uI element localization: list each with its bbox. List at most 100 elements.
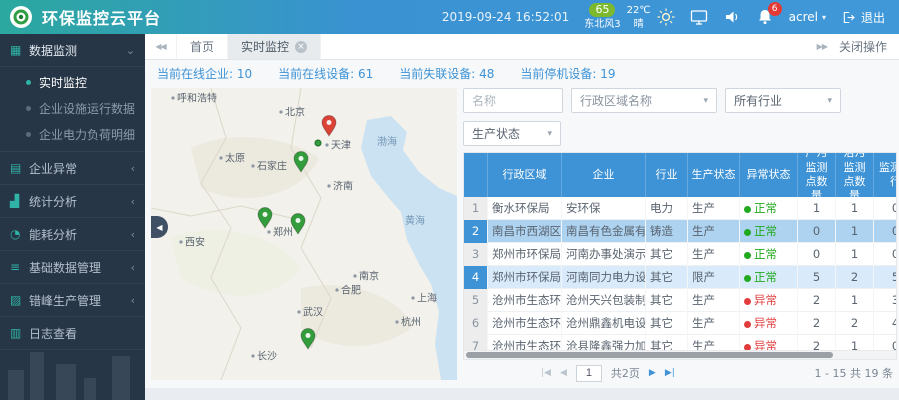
cell-c3: 0: [874, 220, 897, 243]
map-city-dot: [395, 320, 398, 323]
map-city-label: 西安: [185, 236, 205, 249]
map-city-dot: [219, 156, 222, 159]
industry-select-value: 所有行业: [734, 92, 782, 109]
column-header-c3[interactable]: 监测运行: [874, 153, 897, 197]
user-menu[interactable]: acrel ▾: [789, 10, 826, 24]
map-city-dot: [327, 184, 330, 187]
column-header-company[interactable]: 企业: [562, 153, 646, 197]
cell-c1: 0: [798, 220, 836, 243]
column-header-region[interactable]: 行政区域: [488, 153, 562, 197]
column-header-industry[interactable]: 行业: [646, 153, 688, 197]
sidebar-item-log-view[interactable]: ▥ 日志查看: [0, 317, 145, 350]
cell-industry: 铸造: [646, 220, 688, 243]
sidebar-item-label: 日志查看: [29, 325, 77, 342]
sidebar-item-enterprise-abnormal[interactable]: ▤ 企业异常 ‹: [0, 152, 145, 185]
cell-status: 正常: [740, 197, 798, 220]
cell-prod: 生产: [688, 197, 740, 220]
name-search-field[interactable]: [463, 88, 563, 113]
table-row[interactable]: 1衡水环保局安环保电力生产正常110: [464, 197, 897, 220]
close-icon[interactable]: ×: [295, 41, 307, 53]
map-panel: 呼和浩特北京天津石家庄太原济南西安郑州南京合肥上海武汉杭州长沙渤海黄海 ◀: [151, 88, 457, 380]
sidebar-item-data-monitoring[interactable]: ▦ 数据监测 ⌄: [0, 34, 145, 67]
total-pages-label: 共2页: [611, 365, 640, 381]
sidebar-item-base-data-mgmt[interactable]: ≡ 基础数据管理 ‹: [0, 251, 145, 284]
prev-page-button[interactable]: ◀: [560, 368, 567, 378]
logout-icon: [841, 10, 856, 25]
page-number-input[interactable]: [576, 365, 602, 382]
cell-c1: 5: [798, 266, 836, 289]
sidebar-submenu: 实时监控 企业设施运行数据 企业电力负荷明细: [0, 67, 145, 152]
column-header-num: [464, 153, 488, 197]
column-header-status[interactable]: 异常状态: [740, 153, 798, 197]
sidebar-item-label: 能耗分析: [29, 226, 77, 243]
cell-num: 6: [464, 312, 488, 335]
cell-c3: 3: [874, 289, 897, 312]
next-page-button[interactable]: ▶: [649, 368, 656, 378]
table-row[interactable]: 3郑州市环保局河南办事处演示其它生产正常010: [464, 243, 897, 266]
enterprise-table: 行政区域企业行业生产状态异常状态产污监测点数量治污监测点数量监测运行 1衡水环保…: [463, 152, 897, 360]
map-city-dot: [335, 288, 338, 291]
column-header-c2[interactable]: 治污监测点数量: [836, 153, 874, 197]
username: acrel: [789, 10, 818, 24]
region-select[interactable]: 行政区域名称 ▾: [571, 88, 717, 113]
sidebar-item-label: 企业异常: [29, 160, 77, 177]
map-city-label: 杭州: [401, 316, 421, 329]
map-city-label: 天津: [331, 140, 351, 152]
production-status-select[interactable]: 生产状态 ▾: [463, 121, 561, 146]
horizontal-scrollbar[interactable]: [464, 350, 896, 359]
status-dot-icon: [744, 275, 751, 282]
cell-c2: 2: [836, 312, 874, 335]
chevron-left-icon: ‹: [131, 162, 135, 175]
status-dot-icon: [744, 298, 751, 305]
speaker-icon[interactable]: [723, 8, 741, 26]
sidebar-item-peak-production-mgmt[interactable]: ▨ 错峰生产管理 ‹: [0, 284, 145, 317]
table-row[interactable]: 6沧州市生态环保沧州鼎鑫机电设其它生产异常224: [464, 312, 897, 335]
map-city-dot: [251, 354, 254, 357]
name-search-input[interactable]: [464, 89, 562, 112]
sidebar-item-power-load-detail[interactable]: 企业电力负荷明细: [0, 121, 145, 147]
notifications-bell[interactable]: 6: [756, 8, 774, 26]
tab-home[interactable]: 首页: [177, 34, 228, 59]
cell-c1: 2: [798, 312, 836, 335]
cell-c2: 1: [836, 220, 874, 243]
map-marker-dot[interactable]: [315, 140, 321, 146]
wind-label: 东北风3: [584, 18, 620, 31]
tabs-scroll-left-icon[interactable]: ◀◀: [145, 34, 177, 59]
sidebar-item-energy-analysis[interactable]: ◔ 能耗分析 ‹: [0, 218, 145, 251]
cell-prod: 生产: [688, 312, 740, 335]
logout-button[interactable]: 退出: [841, 9, 885, 26]
bullet-icon: [26, 80, 31, 85]
table-row[interactable]: 2南昌市西湖区环南昌有色金属有铸造生产正常010: [464, 220, 897, 243]
table-row[interactable]: 4郑州市环保局河南同力电力设其它限产正常525: [464, 266, 897, 289]
map-city-dot: [267, 230, 270, 233]
sidebar-item-statistics[interactable]: ▟ 统计分析 ‹: [0, 185, 145, 218]
cell-prod: 生产: [688, 289, 740, 312]
map-city-dot: [251, 164, 254, 167]
tab-realtime-monitoring[interactable]: 实时监控 ×: [228, 34, 321, 59]
map-city-dot: [353, 274, 356, 277]
sidebar-item-realtime-monitoring[interactable]: 实时监控: [0, 69, 145, 95]
chevron-down-icon: ▾: [822, 13, 826, 22]
stat-item: 当前在线企业: 10: [157, 65, 252, 82]
region-select-value: 行政区域名称: [580, 92, 652, 109]
sidebar-item-facility-run-data[interactable]: 企业设施运行数据: [0, 95, 145, 121]
column-header-c1[interactable]: 产污监测点数量: [798, 153, 836, 197]
first-page-button[interactable]: |◀: [541, 368, 551, 378]
cell-num: 4: [464, 266, 488, 289]
close-operations-button[interactable]: 关闭操作: [839, 38, 887, 55]
scrollbar-thumb[interactable]: [466, 352, 833, 358]
map-city-label: 呼和浩特: [177, 93, 217, 105]
map-canvas[interactable]: 呼和浩特北京天津石家庄太原济南西安郑州南京合肥上海武汉杭州长沙渤海黄海: [151, 88, 457, 380]
cell-company: 沧州鼎鑫机电设: [562, 312, 646, 335]
last-page-button[interactable]: ▶|: [665, 368, 675, 378]
cell-num: 1: [464, 197, 488, 220]
table-row[interactable]: 5沧州市生态环保沧州天兴包装制其它生产异常213: [464, 289, 897, 312]
logout-label: 退出: [861, 9, 885, 26]
bar-chart-icon: ▟: [10, 194, 29, 208]
industry-select[interactable]: 所有行业 ▾: [725, 88, 841, 113]
cell-prod: 限产: [688, 266, 740, 289]
tabs-scroll-right-icon[interactable]: ▶▶: [817, 42, 827, 51]
column-header-prod[interactable]: 生产状态: [688, 153, 740, 197]
monitor-icon[interactable]: [690, 8, 708, 26]
map-city-label: 长沙: [257, 351, 277, 363]
